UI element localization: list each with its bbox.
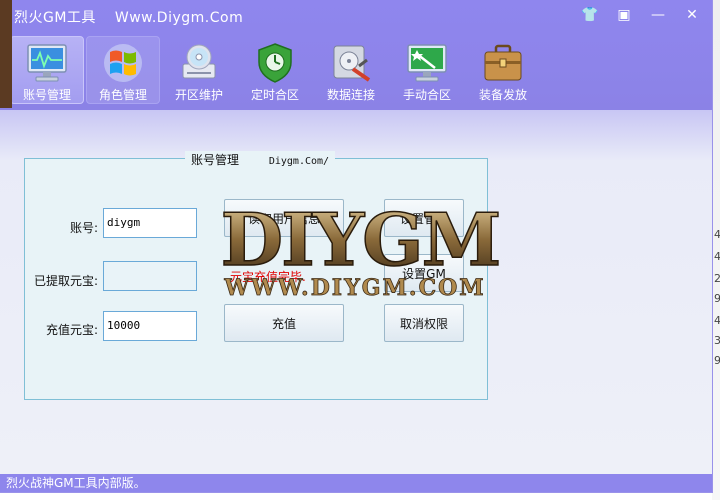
recharge-button[interactable]: 充值 xyxy=(224,304,344,342)
title-bar: 烈火GM工具 Www.Diygm.Com 👕 ▣ — ✕ 账号管理 角色管理 开… xyxy=(0,0,712,110)
tool-manual-merge[interactable]: 手动合区 xyxy=(390,36,464,104)
tool-server-maintenance[interactable]: 开区维护 xyxy=(162,36,236,104)
background-digit: 4 xyxy=(714,314,720,327)
recharge-status-message: 元宝充值完毕. xyxy=(230,270,306,284)
read-user-info-button[interactable]: 读取用户信息 xyxy=(224,199,344,237)
status-bar: 烈火战神GM工具内部版。 xyxy=(0,474,712,492)
recharge-ingot-label: 充值元宝: xyxy=(45,323,98,337)
shield-clock-icon xyxy=(252,41,298,84)
minimize-button[interactable]: — xyxy=(646,4,670,26)
tool-label: 数据连接 xyxy=(326,88,375,102)
background-left-strip xyxy=(0,0,12,108)
tool-data-connection[interactable]: 数据连接 xyxy=(314,36,388,104)
tool-scheduled-merge[interactable]: 定时合区 xyxy=(238,36,312,104)
monitor-chart-icon xyxy=(24,41,70,84)
groupbox-title: 账号管理 xyxy=(191,153,240,167)
skin-button[interactable]: 👕 xyxy=(578,4,602,26)
account-input[interactable]: diygm xyxy=(103,208,197,238)
tool-equipment-distribution[interactable]: 装备发放 xyxy=(466,36,540,104)
hard-disk-tools-icon xyxy=(328,41,374,84)
tool-label: 定时合区 xyxy=(250,88,299,102)
background-digit: 3 xyxy=(714,334,720,347)
background-digit: 9 xyxy=(714,354,720,367)
background-digit: 2 xyxy=(714,272,720,285)
tool-label: 角色管理 xyxy=(98,88,147,102)
windows-logo-icon xyxy=(100,41,146,84)
groupbox-legend: 账号管理 Diygm.Com/ xyxy=(185,151,336,168)
tool-label: 开区维护 xyxy=(174,88,223,102)
gm-tool-window: 烈火GM工具 Www.Diygm.Com 👕 ▣ — ✕ 账号管理 角色管理 开… xyxy=(0,0,713,493)
monitor-wand-icon xyxy=(404,41,450,84)
extracted-ingot-input[interactable] xyxy=(103,261,197,291)
tool-label: 装备发放 xyxy=(478,88,527,102)
extracted-ingot-label: 已提取元宝: xyxy=(33,274,98,288)
main-toolbar: 账号管理 角色管理 开区维护 定时合区 数据连接 手动合区 装备发放 xyxy=(10,36,540,104)
tool-label: 账号管理 xyxy=(22,88,71,102)
app-url: Www.Diygm.Com xyxy=(114,10,244,26)
window-title: 烈火GM工具 Www.Diygm.Com xyxy=(14,7,243,27)
groupbox-subtitle: Diygm.Com/ xyxy=(268,156,330,167)
set-gm-button[interactable]: 设置GM xyxy=(384,254,464,292)
window-controls: 👕 ▣ — ✕ xyxy=(578,4,704,26)
recharge-ingot-input[interactable]: 10000 xyxy=(103,311,197,341)
tool-account-management[interactable]: 账号管理 xyxy=(10,36,84,104)
app-title: 烈火GM工具 xyxy=(14,10,96,26)
disc-drive-icon xyxy=(176,41,222,84)
cancel-permission-button[interactable]: 取消权限 xyxy=(384,304,464,342)
toolbox-icon xyxy=(480,41,526,84)
tool-label: 手动合区 xyxy=(402,88,451,102)
background-digit: 9 xyxy=(714,292,720,305)
tool-role-management[interactable]: 角色管理 xyxy=(86,36,160,104)
account-label: 账号: xyxy=(69,221,98,235)
close-button[interactable]: ✕ xyxy=(680,4,704,26)
background-digit: 4 xyxy=(714,228,720,241)
background-digit: 4 xyxy=(714,250,720,263)
menu-button[interactable]: ▣ xyxy=(612,4,636,26)
set-admin-button[interactable]: 设置管理 xyxy=(384,199,464,237)
